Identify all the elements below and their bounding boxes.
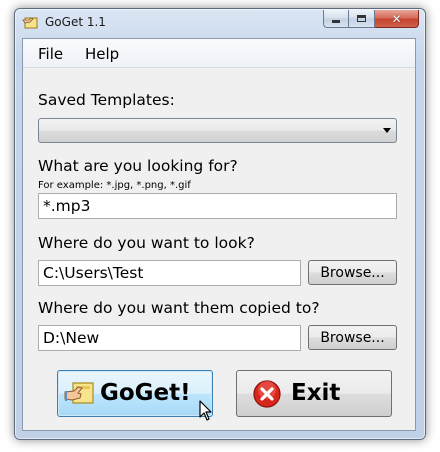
copy-to-label: Where do you want them copied to? (38, 299, 320, 317)
window-title: GoGet 1.1 (45, 15, 106, 29)
red-x-circle-icon (253, 380, 281, 408)
menu-file[interactable]: File (38, 45, 63, 63)
exit-button[interactable]: Exit (236, 370, 392, 417)
close-button[interactable]: ✕ (375, 10, 419, 28)
copy-to-browse-button[interactable]: Browse... (308, 325, 397, 350)
app-hand-icon (22, 17, 38, 29)
saved-templates-dropdown[interactable] (38, 118, 397, 143)
hand-folder-icon (64, 382, 94, 404)
look-in-browse-label: Browse... (320, 264, 385, 281)
maximize-button[interactable] (349, 10, 375, 28)
close-icon: ✕ (391, 11, 402, 26)
dropdown-arrow-icon (383, 128, 391, 133)
app-window: GoGet 1.1 ✕ File Help Saved Templates: W… (14, 8, 426, 440)
look-in-browse-button[interactable]: Browse... (308, 260, 397, 285)
client-area: File Help Saved Templates: What are you … (22, 38, 416, 431)
look-in-label: Where do you want to look? (38, 234, 255, 252)
caption-buttons: ✕ (323, 10, 419, 28)
arrow-cursor-icon (199, 400, 212, 421)
copy-to-path-input[interactable]: D:\New (38, 325, 301, 351)
menu-help[interactable]: Help (85, 45, 119, 63)
minimize-icon (332, 20, 340, 23)
menu-bar: File Help (23, 39, 415, 68)
look-in-path-input[interactable]: C:\Users\Test (38, 260, 301, 286)
looking-for-hint: For example: *.jpg, *.png, *.gif (38, 180, 191, 191)
goget-label: GoGet! (100, 380, 191, 406)
saved-templates-label: Saved Templates: (38, 91, 175, 109)
goget-button[interactable]: GoGet! (57, 370, 213, 417)
looking-for-label: What are you looking for? (38, 157, 238, 175)
copy-to-browse-label: Browse... (320, 329, 385, 346)
minimize-button[interactable] (323, 10, 349, 28)
search-pattern-input[interactable]: *.mp3 (38, 193, 397, 219)
exit-label: Exit (291, 380, 341, 406)
maximize-icon (357, 15, 366, 22)
title-bar[interactable]: GoGet 1.1 ✕ (15, 9, 425, 37)
